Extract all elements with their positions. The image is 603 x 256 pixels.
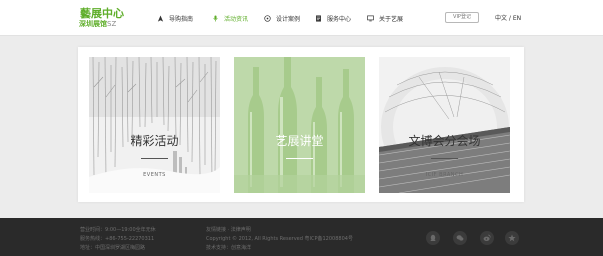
card-subtitle: ICIF BRANCH xyxy=(425,172,464,178)
nav-item-guide[interactable]: 导购指南 xyxy=(157,12,193,24)
footer-address: 地址：中国深圳罗湖区梅园路 xyxy=(80,245,146,251)
nav-label: 关于艺展 xyxy=(379,15,404,23)
card-lecture[interactable]: 艺展讲堂 xyxy=(234,57,365,193)
card-events[interactable]: 精彩活动 EVENTS xyxy=(89,57,220,193)
card-icif-branch[interactable]: 文博会分会场 ICIF BRANCH xyxy=(379,57,510,193)
card-title: 艺展讲堂 xyxy=(275,134,324,148)
nav-label: 活动资讯 xyxy=(224,15,249,23)
footer: 营业时间：9:00—19:00全年无休 服务热线：+86-755-2227031… xyxy=(0,218,603,256)
dashboard-icon xyxy=(264,14,271,22)
header: 藝展中心 深圳展馆SZ 导购指南 活动资讯 设计案例 服务中心 关于艺展 VIP… xyxy=(0,0,603,36)
nav-item-events[interactable]: 活动资讯 xyxy=(212,12,248,24)
bottles-image xyxy=(234,57,365,193)
weibo-icon[interactable] xyxy=(480,231,494,245)
document-icon xyxy=(316,14,321,22)
microphone-icon xyxy=(213,14,218,21)
language-switch[interactable]: 中文 / EN xyxy=(495,13,521,22)
footer-tech-support: 技术支持：创意海洋 xyxy=(206,245,252,251)
monitor-icon xyxy=(367,15,374,21)
card-subtitle: EVENTS xyxy=(143,172,166,178)
logo-subtitle-sub: SZ xyxy=(107,20,117,28)
star-icon[interactable] xyxy=(505,231,519,245)
footer-hours: 营业时间：9:00—19:00全年无休 xyxy=(80,227,156,233)
nav-item-about[interactable]: 关于艺展 xyxy=(367,12,403,24)
card-divider xyxy=(431,158,458,159)
page: 藝展中心 深圳展馆SZ 导购指南 活动资讯 设计案例 服务中心 关于艺展 VIP… xyxy=(0,0,603,256)
qq-icon[interactable] xyxy=(426,231,440,245)
nav-item-design-cases[interactable]: 设计案例 xyxy=(264,12,300,24)
card-divider xyxy=(286,158,313,159)
feature-panel: 精彩活动 EVENTS 艺展讲堂 文博会分会场 ICIF BRANCH xyxy=(78,47,524,202)
nav-label: 导购指南 xyxy=(169,15,194,23)
nav-label: 设计案例 xyxy=(276,15,301,23)
logo-subtitle-main: 深圳展馆 xyxy=(79,20,107,28)
card-title: 精彩活动 xyxy=(130,134,179,148)
vip-register-button[interactable]: VIP登记 xyxy=(445,12,479,23)
card-divider xyxy=(141,158,168,159)
nav-label: 服务中心 xyxy=(327,15,352,23)
location-arrow-icon xyxy=(157,14,164,22)
logo-subtitle: 深圳展馆SZ xyxy=(79,19,116,29)
logo[interactable]: 藝展中心 深圳展馆SZ xyxy=(79,5,127,31)
nav-item-service[interactable]: 服务中心 xyxy=(315,12,351,24)
footer-hotline: 服务热线：+86-755-22270311 xyxy=(80,236,155,242)
card-title: 文博会分会场 xyxy=(408,134,481,148)
footer-links[interactable]: 友情链接 · 法律声明 xyxy=(206,226,251,233)
footer-copyright: Copyright © 2012, All Rights Reserved 粤I… xyxy=(206,236,353,242)
wechat-icon[interactable] xyxy=(453,231,467,245)
